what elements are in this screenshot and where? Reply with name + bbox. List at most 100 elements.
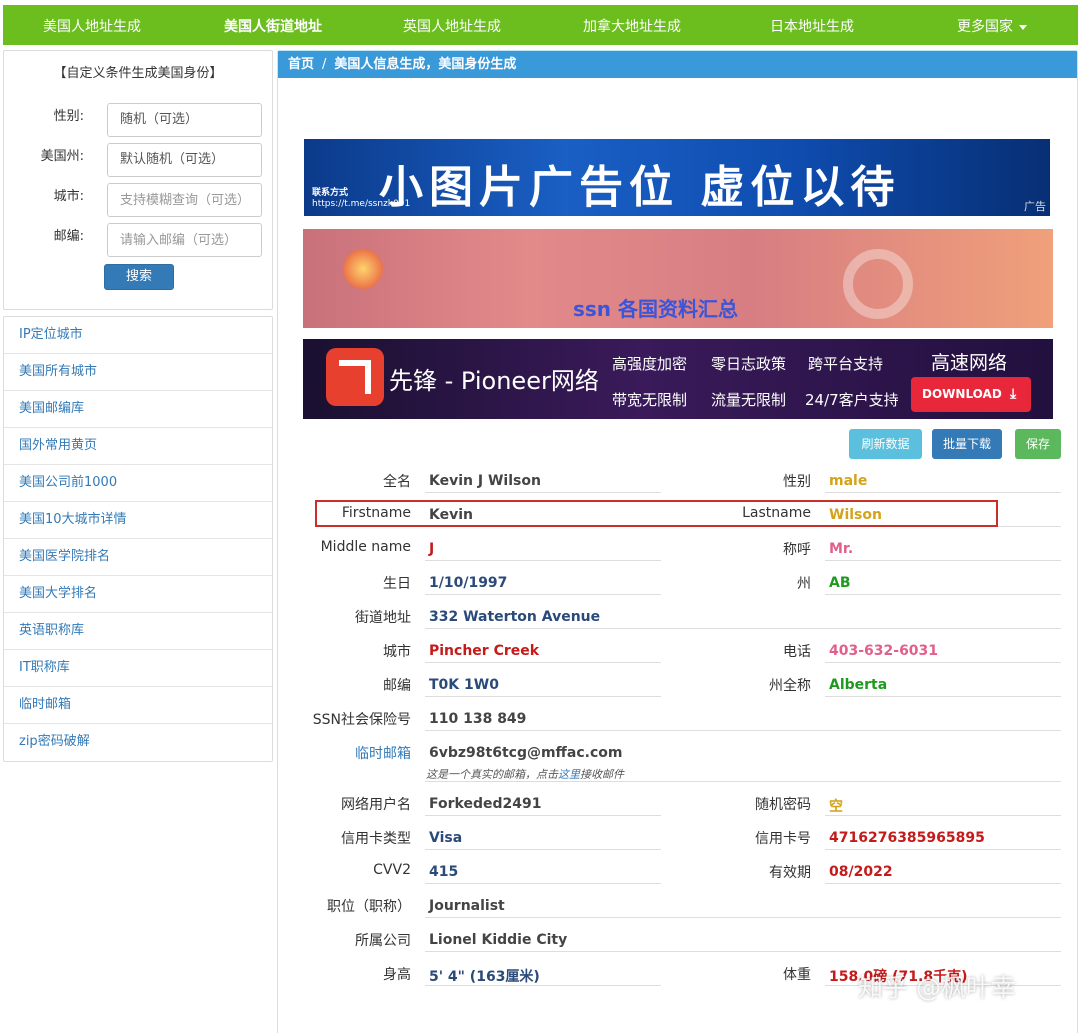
city-label: 城市: xyxy=(4,185,84,204)
breadcrumb-home[interactable]: 首页 xyxy=(288,57,314,72)
ad-feature: 跨平台支持 xyxy=(808,353,883,374)
download-button[interactable]: DOWNLOAD ⤓ xyxy=(911,377,1031,412)
ad-banner-placeholder[interactable]: 联系方式 https://t.me/ssnzk001 小图片广告位 虚位以待 广… xyxy=(304,139,1050,216)
phone-value: 403-632-6031 xyxy=(829,643,938,659)
email-hint: 这是一个真实的邮箱，点击这里接收邮件 xyxy=(426,766,624,782)
weight-label: 体重 xyxy=(783,964,811,984)
fullname-label: 全名 xyxy=(383,471,411,491)
divider xyxy=(425,985,661,986)
nav-more-countries[interactable]: 更多国家 xyxy=(957,16,1027,36)
link-universities[interactable]: 美国大学排名 xyxy=(4,576,272,613)
ad-highlight: 高速网络 xyxy=(931,348,1007,375)
link-zip-crack[interactable]: zip密码破解 xyxy=(4,724,272,761)
link-english-titles[interactable]: 英语职称库 xyxy=(4,613,272,650)
ad-feature: 24/7客户支持 xyxy=(805,389,899,410)
nav-jp-address[interactable]: 日本地址生成 xyxy=(770,16,854,36)
card-type-label: 信用卡类型 xyxy=(341,828,411,848)
city-value: Pincher Creek xyxy=(429,643,539,659)
refresh-button[interactable]: 刷新数据 xyxy=(849,429,922,459)
nav-uk-address[interactable]: 英国人地址生成 xyxy=(403,16,501,36)
link-ip-city[interactable]: IP定位城市 xyxy=(4,317,272,354)
zip-value: T0K 1W0 xyxy=(429,677,499,693)
watermark: 知乎 @枫叶幸 xyxy=(858,968,1016,1004)
email-hint-link[interactable]: 这里 xyxy=(558,768,580,781)
username-value: Forkeded2491 xyxy=(429,796,541,812)
card-type-value: Visa xyxy=(429,830,462,846)
top-nav: 美国人地址生成 美国人街道地址 英国人地址生成 加拿大地址生成 日本地址生成 更… xyxy=(3,5,1078,45)
street-label: 街道地址 xyxy=(355,607,411,627)
email-value: 6vbz98t6tcg@mffac.com xyxy=(429,745,622,761)
custom-generate-form: 【自定义条件生成美国身份】 性别: 随机（可选） 美国州: 默认随机（可选） 城… xyxy=(3,50,273,310)
link-yellow-pages[interactable]: 国外常用黄页 xyxy=(4,428,272,465)
state-full-label: 州全称 xyxy=(769,675,811,695)
password-value: 空 xyxy=(829,796,843,816)
divider xyxy=(425,917,1061,918)
link-top-companies[interactable]: 美国公司前1000 xyxy=(4,465,272,502)
link-all-cities[interactable]: 美国所有城市 xyxy=(4,354,272,391)
ad-banner-pioneer[interactable]: 先锋 - Pioneer网络 高强度加密 零日志政策 跨平台支持 带宽无限制 流… xyxy=(303,339,1053,419)
caret-down-icon xyxy=(1019,25,1027,30)
search-button[interactable]: 搜索 xyxy=(104,264,174,290)
ssn-value: 110 138 849 xyxy=(429,711,526,727)
fullname-value: Kevin J Wilson xyxy=(429,473,541,489)
birthday-value: 1/10/1997 xyxy=(429,575,507,591)
state-select[interactable]: 默认随机（可选） xyxy=(107,143,262,177)
middle-name-value: J xyxy=(429,541,434,557)
nav-us-street[interactable]: 美国人街道地址 xyxy=(224,16,322,36)
divider xyxy=(425,492,661,493)
street-value: 332 Waterton Avenue xyxy=(429,609,600,625)
password-label: 随机密码 xyxy=(755,794,811,814)
link-temp-mail[interactable]: 临时邮箱 xyxy=(4,687,272,724)
card-number-label: 信用卡号 xyxy=(755,828,811,848)
job-label: 职位（职称） xyxy=(327,896,411,916)
divider xyxy=(825,662,1061,663)
email-hint-post: 接收邮件 xyxy=(580,768,624,781)
divider xyxy=(425,883,661,884)
nav-ca-address[interactable]: 加拿大地址生成 xyxy=(583,16,681,36)
height-value: 5' 4" (163厘米) xyxy=(429,966,540,986)
temp-email-link[interactable]: 临时邮箱 xyxy=(355,743,411,763)
email-hint-pre: 这是一个真实的邮箱，点击 xyxy=(426,768,558,781)
gender-select[interactable]: 随机（可选） xyxy=(107,103,262,137)
job-value: Journalist xyxy=(429,898,505,914)
zip-input[interactable] xyxy=(107,223,262,257)
link-zip-db[interactable]: 美国邮编库 xyxy=(4,391,272,428)
save-button[interactable]: 保存 xyxy=(1015,429,1061,459)
divider xyxy=(425,560,661,561)
divider xyxy=(425,815,661,816)
nav-more-label: 更多国家 xyxy=(957,19,1013,35)
ad-feature: 零日志政策 xyxy=(711,353,786,374)
divider xyxy=(425,849,661,850)
city-input[interactable] xyxy=(107,183,262,217)
divider xyxy=(825,883,1061,884)
divider xyxy=(825,696,1061,697)
company-value: Lionel Kiddie City xyxy=(429,932,567,948)
pioneer-logo-icon xyxy=(326,348,384,406)
height-label: 身高 xyxy=(383,964,411,984)
ad-pioneer-name: 先锋 - Pioneer网络 xyxy=(389,361,599,396)
divider xyxy=(425,662,661,663)
divider xyxy=(825,594,1061,595)
link-it-titles[interactable]: IT职称库 xyxy=(4,650,272,687)
salutation-value: Mr. xyxy=(829,541,853,557)
divider xyxy=(825,849,1061,850)
divider xyxy=(825,492,1061,493)
gender-label: 性别: xyxy=(4,105,84,124)
username-label: 网络用户名 xyxy=(341,794,411,814)
link-medical-schools[interactable]: 美国医学院排名 xyxy=(4,539,272,576)
state-full-value: Alberta xyxy=(829,677,887,693)
divider xyxy=(825,815,1061,816)
phone-label: 电话 xyxy=(783,641,811,661)
divider xyxy=(425,696,661,697)
divider xyxy=(425,594,661,595)
nav-us-address[interactable]: 美国人地址生成 xyxy=(43,16,141,36)
ad-banner-ssn[interactable]: ssn 各国资料汇总 xyxy=(303,229,1053,328)
divider xyxy=(425,781,1061,782)
birthday-label: 生日 xyxy=(383,573,411,593)
batch-download-button[interactable]: 批量下载 xyxy=(932,429,1002,459)
expiry-label: 有效期 xyxy=(769,862,811,882)
link-top-cities[interactable]: 美国10大城市详情 xyxy=(4,502,272,539)
card-number-value: 4716276385965895 xyxy=(829,830,985,846)
gender-value: male xyxy=(829,473,867,489)
state-field-label: 州 xyxy=(797,573,811,593)
